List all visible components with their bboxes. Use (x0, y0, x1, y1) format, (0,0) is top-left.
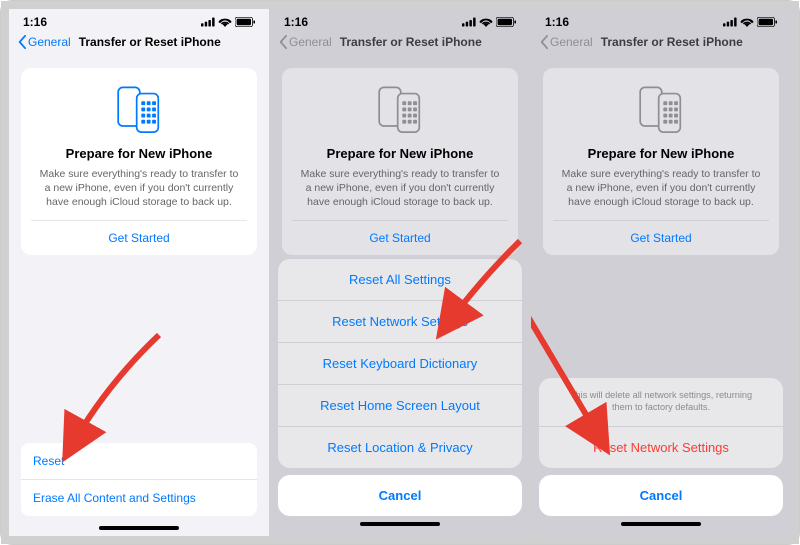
signal-icon (201, 17, 215, 27)
home-indicator (99, 526, 179, 530)
screen-1: 1:16 General Transfer or Reset iPhone (9, 9, 269, 536)
transfer-illustration (31, 82, 247, 136)
page-title: Transfer or Reset iPhone (79, 35, 221, 49)
back-button: General (539, 35, 593, 49)
status-icons (723, 17, 777, 27)
screenshot-row: 1:16 General Transfer or Reset iPhone (1, 1, 799, 544)
back-button: General (278, 35, 332, 49)
status-time: 1:16 (23, 15, 47, 29)
status-bar: 1:16 (9, 9, 269, 31)
chevron-left-icon (17, 35, 27, 49)
reset-network-settings[interactable]: Reset Network Settings (278, 300, 522, 342)
status-time: 1:16 (284, 15, 308, 29)
reset-location-privacy[interactable]: Reset Location & Privacy (278, 426, 522, 468)
back-label: General (28, 35, 71, 49)
get-started-button[interactable]: Get Started (31, 220, 247, 255)
signal-icon (462, 17, 476, 27)
screen-3: 1:16 General Transfer or Reset iPhone (531, 9, 791, 536)
home-indicator (621, 522, 701, 526)
back-label: General (289, 35, 332, 49)
nav-bar: General Transfer or Reset iPhone (270, 31, 530, 58)
prepare-card: Prepare for New iPhone Make sure everyth… (21, 68, 257, 255)
back-label: General (550, 35, 593, 49)
action-sheet-container: Reset All Settings Reset Network Setting… (270, 58, 530, 536)
home-indicator (360, 522, 440, 526)
battery-icon (235, 17, 255, 27)
cancel-button[interactable]: Cancel (539, 475, 783, 516)
confirm-reset-network-settings[interactable]: Reset Network Settings (539, 426, 783, 468)
status-time: 1:16 (545, 15, 569, 29)
reset-button[interactable]: Reset (21, 443, 257, 480)
chevron-left-icon (278, 35, 288, 49)
nav-bar: General Transfer or Reset iPhone (531, 31, 791, 58)
status-icons (201, 17, 255, 27)
cancel-button[interactable]: Cancel (278, 475, 522, 516)
reset-action-sheet: Reset All Settings Reset Network Setting… (278, 259, 522, 468)
chevron-left-icon (539, 35, 549, 49)
wifi-icon (479, 17, 493, 27)
action-sheet-container: This will delete all network settings, r… (531, 58, 791, 536)
card-description: Make sure everything's ready to transfer… (31, 167, 247, 210)
status-bar: 1:16 (270, 9, 530, 31)
page-title: Transfer or Reset iPhone (340, 35, 482, 49)
status-icons (462, 17, 516, 27)
battery-icon (757, 17, 777, 27)
options-list: Reset Erase All Content and Settings (21, 443, 257, 516)
confirm-action-sheet: This will delete all network settings, r… (539, 378, 783, 468)
card-title: Prepare for New iPhone (31, 146, 247, 161)
status-bar: 1:16 (531, 9, 791, 31)
battery-icon (496, 17, 516, 27)
back-button[interactable]: General (17, 35, 71, 49)
reset-all-settings[interactable]: Reset All Settings (278, 259, 522, 300)
confirm-message: This will delete all network settings, r… (539, 378, 783, 426)
erase-all-button[interactable]: Erase All Content and Settings (21, 480, 257, 516)
reset-keyboard-dictionary[interactable]: Reset Keyboard Dictionary (278, 342, 522, 384)
screen-2: 1:16 General Transfer or Reset iPhone (270, 9, 530, 536)
signal-icon (723, 17, 737, 27)
wifi-icon (218, 17, 232, 27)
page-title: Transfer or Reset iPhone (601, 35, 743, 49)
wifi-icon (740, 17, 754, 27)
nav-bar: General Transfer or Reset iPhone (9, 31, 269, 58)
reset-home-screen-layout[interactable]: Reset Home Screen Layout (278, 384, 522, 426)
